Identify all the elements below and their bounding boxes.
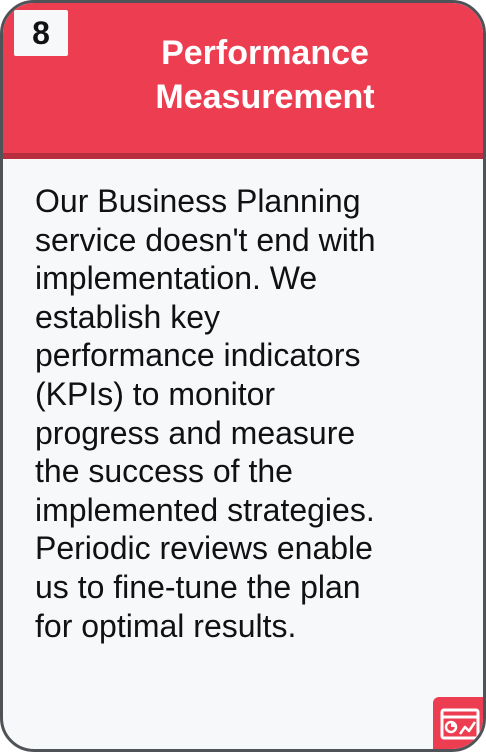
description-line: progress and measure (35, 414, 356, 451)
card-title: Performance Measurement (70, 31, 460, 119)
description-line: the success of the (35, 453, 293, 490)
description-line: Our Business Planning (35, 183, 361, 219)
description-line: performance indicators (35, 337, 361, 374)
card-title-line: Performance (161, 34, 369, 72)
description-line: implementation. We (35, 260, 318, 297)
report-chart-icon-glyph (440, 708, 480, 740)
description-line: establish key (35, 298, 220, 335)
card-description: Our Business Planning service doesn't en… (35, 182, 475, 645)
description-line: (KPIs) to monitor (35, 375, 276, 412)
report-chart-icon (433, 697, 483, 749)
description-line: implemented strategies. (35, 491, 375, 528)
performance-measurement-card: 8 Performance Measurement Our Business P… (0, 0, 486, 752)
card-header: 8 Performance Measurement (3, 3, 483, 159)
step-number-badge: 8 (14, 10, 68, 56)
description-line: for optimal results. (35, 607, 297, 644)
description-line: us to fine-tune the plan (35, 568, 361, 605)
card-title-line: Measurement (155, 78, 375, 116)
description-line: service doesn't end with (35, 221, 376, 258)
description-line: Periodic reviews enable (35, 530, 373, 567)
